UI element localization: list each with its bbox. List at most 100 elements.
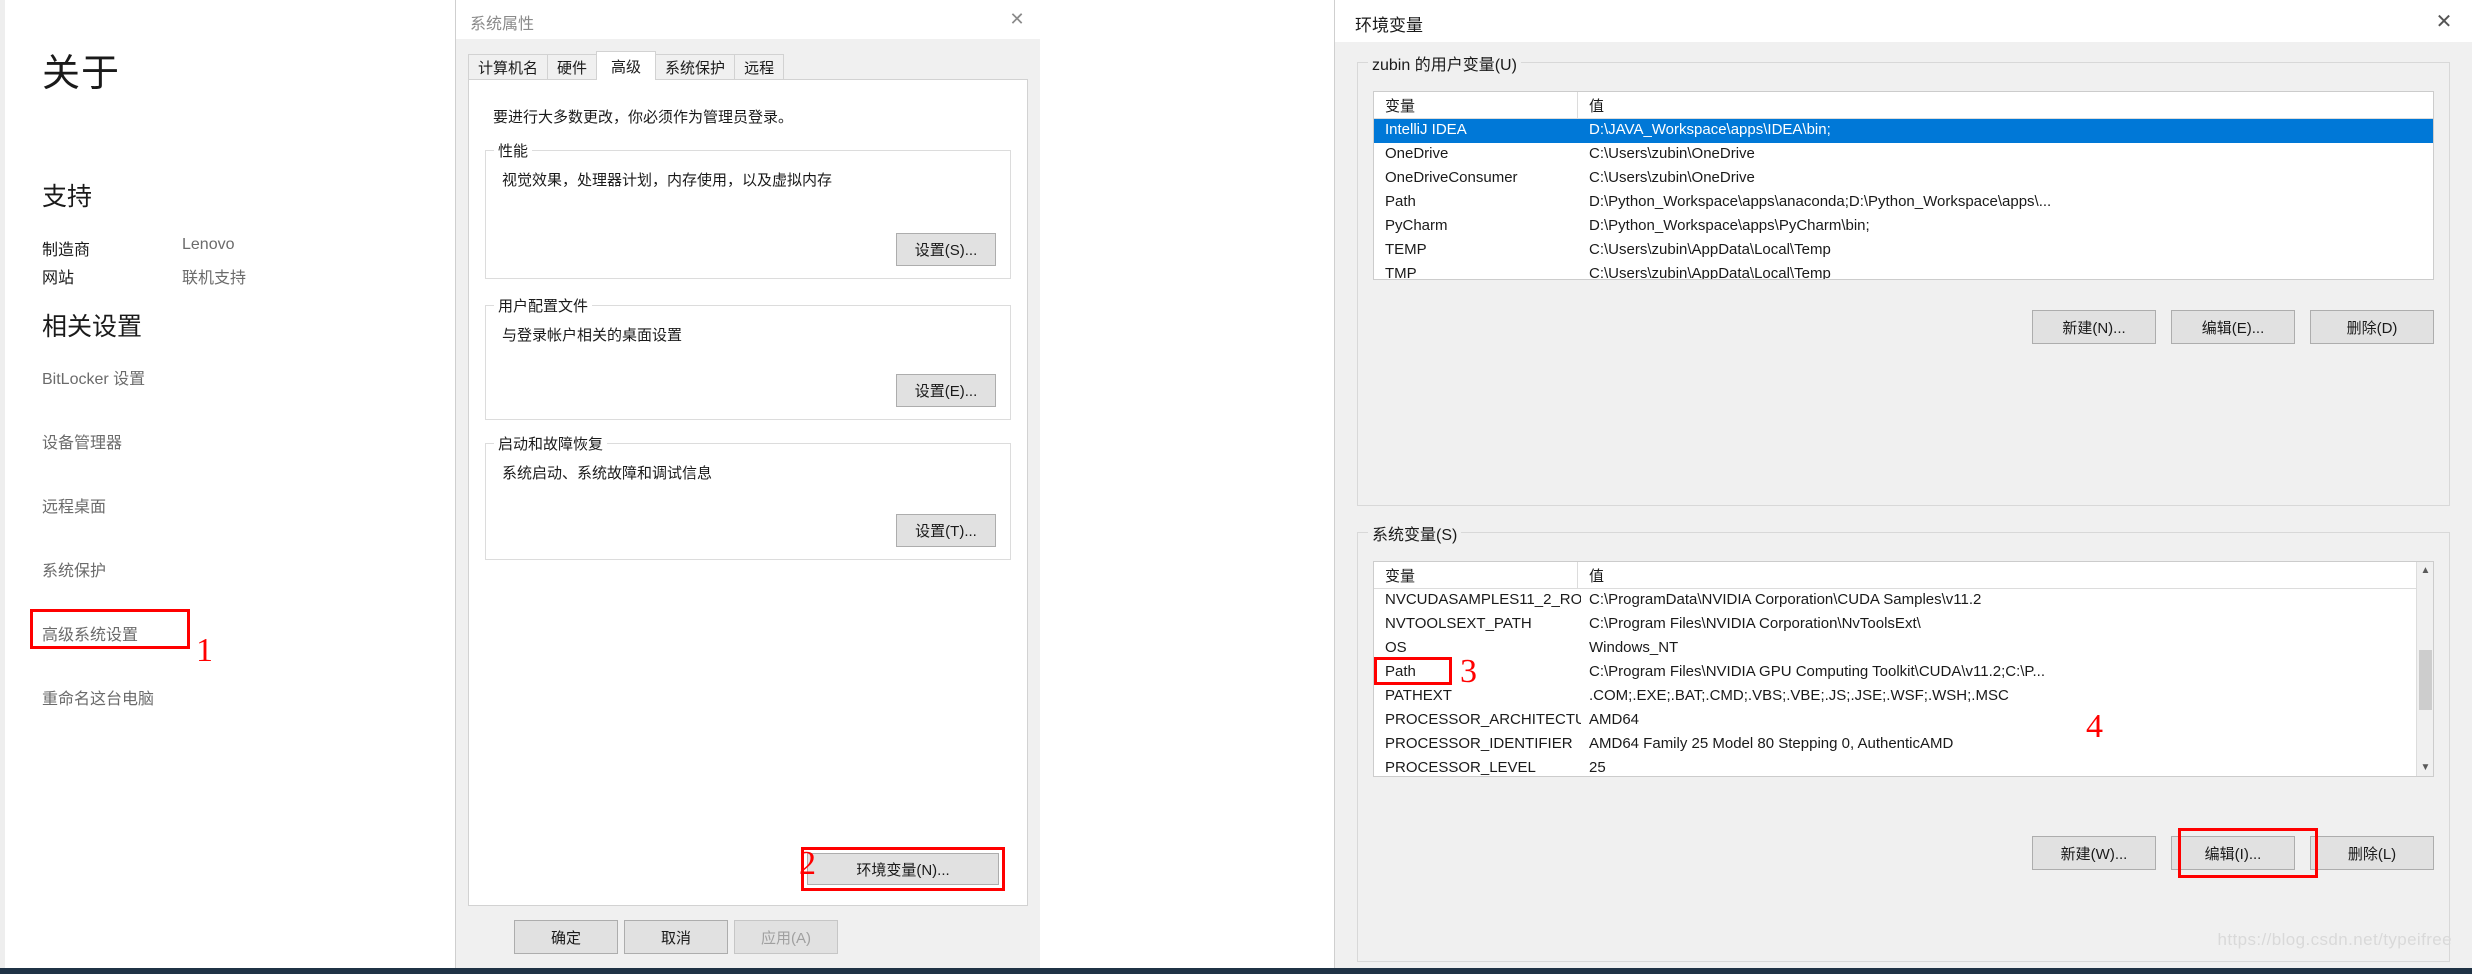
system-variables-group: 系统变量(S) 变量 值 NVCUDASAMPLES11_2_ROOT C:\P…	[1357, 521, 2450, 962]
tab-computer-name[interactable]: 计算机名	[468, 54, 549, 80]
variable-value: D:\Python_Workspace\apps\anaconda;D:\Pyt…	[1589, 193, 2052, 210]
performance-group: 性能 视觉效果，处理器计划，内存使用，以及虚拟内存 设置(S)...	[485, 140, 1011, 279]
variable-value: C:\Users\zubin\AppData\Local\Temp	[1589, 265, 1831, 280]
ok-button[interactable]: 确定	[514, 920, 618, 954]
tab-system-protection[interactable]: 系统保护	[655, 54, 736, 80]
table-row[interactable]: OneDrive C:\Users\zubin\OneDrive	[1374, 143, 2433, 167]
user-profiles-group: 用户配置文件 与登录帐户相关的桌面设置 设置(E)...	[485, 295, 1011, 420]
table-row[interactable]: TEMP C:\Users\zubin\AppData\Local\Temp	[1374, 239, 2433, 263]
admin-note: 要进行大多数更改，你必须作为管理员登录。	[493, 109, 794, 126]
variable-name: OS	[1385, 639, 1407, 656]
user-edit-button[interactable]: 编辑(E)...	[2171, 310, 2295, 344]
close-icon[interactable]: ✕	[994, 0, 1040, 39]
tab-remote[interactable]: 远程	[734, 54, 785, 80]
variable-value: C:\Program Files\NVIDIA Corporation\NvTo…	[1589, 615, 1921, 632]
variable-value: .COM;.EXE;.BAT;.CMD;.VBS;.VBE;.JS;.JSE;.…	[1589, 687, 2009, 704]
sidebar-item-remote-desktop[interactable]: 远程桌面	[30, 487, 118, 523]
user-profiles-group-description: 与登录帐户相关的桌面设置	[502, 327, 683, 344]
variable-name: Path	[1385, 663, 1416, 680]
table-row[interactable]: TMP C:\Users\zubin\AppData\Local\Temp	[1374, 263, 2433, 280]
user-variables-rows: IntelliJ IDEA D:\JAVA_Workspace\apps\IDE…	[1374, 119, 2433, 279]
environment-variables-title: 环境变量	[1355, 16, 1423, 35]
sidebar-item-bitlocker[interactable]: BitLocker 设置	[30, 359, 157, 395]
user-variables-table-header: 变量 值	[1374, 92, 2433, 119]
environment-variables-button-wrapper: 环境变量(N)...	[801, 847, 1005, 891]
table-row[interactable]: OneDriveConsumer C:\Users\zubin\OneDrive	[1374, 167, 2433, 191]
table-row[interactable]: IntelliJ IDEA D:\JAVA_Workspace\apps\IDE…	[1374, 119, 2433, 143]
annotation-number-4: 4	[2086, 708, 2103, 745]
startup-recovery-group-description: 系统启动、系统故障和调试信息	[502, 465, 713, 482]
system-properties-title: 系统属性	[470, 16, 535, 33]
variable-value: D:\Python_Workspace\apps\PyCharm\bin;	[1589, 217, 1870, 234]
chevron-down-icon[interactable]: ▼	[2417, 759, 2433, 776]
performance-group-description: 视觉效果，处理器计划，内存使用，以及虚拟内存	[502, 172, 833, 189]
system-variables-col-value: 值	[1589, 567, 1605, 585]
table-row[interactable]: PATHEXT .COM;.EXE;.BAT;.CMD;.VBS;.VBE;.J…	[1374, 685, 2416, 709]
user-new-button[interactable]: 新建(N)...	[2032, 310, 2156, 344]
related-settings-heading: 相关设置	[42, 313, 143, 341]
tab-advanced[interactable]: 高级	[596, 51, 657, 80]
annotation-number-1: 1	[196, 632, 213, 669]
variable-name: PROCESSOR_LEVEL	[1385, 759, 1536, 776]
system-delete-button[interactable]: 删除(L)	[2310, 836, 2434, 870]
table-row[interactable]: NVCUDASAMPLES11_2_ROOT C:\ProgramData\NV…	[1374, 589, 2416, 613]
variable-value: Windows_NT	[1589, 639, 1679, 656]
table-row[interactable]: NVTOOLSEXT_PATH C:\Program Files\NVIDIA …	[1374, 613, 2416, 637]
table-row[interactable]: PROCESSOR_LEVEL 25	[1374, 757, 2416, 776]
table-row[interactable]: PyCharm D:\Python_Workspace\apps\PyCharm…	[1374, 215, 2433, 239]
table-row[interactable]: Path C:\Program Files\NVIDIA GPU Computi…	[1374, 661, 2416, 685]
variable-value: C:\Users\zubin\OneDrive	[1589, 169, 1755, 186]
system-variables-legend: 系统变量(S)	[1368, 521, 1462, 545]
table-row[interactable]: OS Windows_NT	[1374, 637, 2416, 661]
system-properties-body: 计算机名 硬件 高级 系统保护 远程 要进行大多数更改，你必须作为管理员登录。 …	[456, 39, 1040, 968]
system-properties-tab-strip: 计算机名 硬件 高级 系统保护 远程	[468, 51, 785, 80]
variable-name: OneDriveConsumer	[1385, 169, 1518, 186]
variable-value: 25	[1589, 759, 1606, 776]
tab-hardware[interactable]: 硬件	[547, 54, 598, 80]
sidebar-item-system-protection[interactable]: 系统保护	[30, 551, 118, 587]
screenshot-root: 关于 支持 制造商 Lenovo 网站 联机支持 相关设置 BitLocker …	[0, 0, 2472, 974]
apply-button: 应用(A)	[734, 920, 838, 954]
variable-value: C:\ProgramData\NVIDIA Corporation\CUDA S…	[1589, 591, 1982, 608]
environment-variables-dialog: 环境变量 ✕ zubin 的用户变量(U) 变量 值 IntelliJ IDEA…	[1334, 0, 2472, 968]
scrollbar-thumb[interactable]	[2419, 650, 2432, 710]
system-variables-scrollbar[interactable]: ▲ ▼	[2416, 562, 2433, 776]
variable-value: D:\JAVA_Workspace\apps\IDEA\bin;	[1589, 121, 1831, 138]
user-profiles-settings-button[interactable]: 设置(E)...	[896, 374, 996, 407]
annotation-number-2: 2	[799, 845, 816, 882]
user-variables-table[interactable]: 变量 值 IntelliJ IDEA D:\JAVA_Workspace\app…	[1373, 91, 2434, 280]
sidebar-item-rename-pc[interactable]: 重命名这台电脑	[30, 679, 166, 715]
system-properties-footer: 确定 取消 应用(A)	[456, 906, 1040, 968]
system-new-button[interactable]: 新建(W)...	[2032, 836, 2156, 870]
variable-value: AMD64	[1589, 711, 1640, 728]
variable-name: PyCharm	[1385, 217, 1448, 234]
table-row[interactable]: PROCESSOR_IDENTIFIER AMD64 Family 25 Mod…	[1374, 733, 2416, 757]
variable-value: C:\Users\zubin\AppData\Local\Temp	[1589, 241, 1831, 258]
manufacturer-value: Lenovo	[182, 236, 235, 253]
environment-variables-button[interactable]: 环境变量(N)...	[807, 853, 999, 885]
cancel-button[interactable]: 取消	[624, 920, 728, 954]
system-variables-col-name: 变量	[1374, 562, 1578, 588]
variable-name: NVTOOLSEXT_PATH	[1385, 615, 1532, 632]
sidebar-item-advanced-system-settings[interactable]: 高级系统设置	[30, 615, 150, 651]
table-row[interactable]: PROCESSOR_ARCHITECTURE AMD64	[1374, 709, 2416, 733]
taskbar-strip	[0, 968, 2472, 974]
page-title: 关于	[42, 53, 121, 95]
startup-recovery-settings-button[interactable]: 设置(T)...	[896, 514, 996, 547]
user-delete-button[interactable]: 删除(D)	[2310, 310, 2434, 344]
performance-settings-button[interactable]: 设置(S)...	[896, 233, 996, 266]
variable-name: PATHEXT	[1385, 687, 1452, 704]
system-variables-table[interactable]: 变量 值 NVCUDASAMPLES11_2_ROOT C:\ProgramDa…	[1373, 561, 2434, 777]
sidebar-item-device-manager[interactable]: 设备管理器	[30, 423, 134, 459]
variable-name: OneDrive	[1385, 145, 1449, 162]
close-icon[interactable]: ✕	[2416, 0, 2472, 42]
website-value-link[interactable]: 联机支持	[182, 264, 246, 288]
chevron-up-icon[interactable]: ▲	[2417, 562, 2433, 579]
table-row[interactable]: Path D:\Python_Workspace\apps\anaconda;D…	[1374, 191, 2433, 215]
system-edit-button[interactable]: 编辑(I)...	[2171, 836, 2295, 870]
user-variables-col-name: 变量	[1374, 92, 1578, 118]
user-variables-legend: zubin 的用户变量(U)	[1368, 51, 1521, 75]
website-label: 网站	[42, 270, 75, 287]
variable-name: TEMP	[1385, 241, 1427, 258]
startup-recovery-group-legend: 启动和故障恢复	[494, 433, 608, 454]
